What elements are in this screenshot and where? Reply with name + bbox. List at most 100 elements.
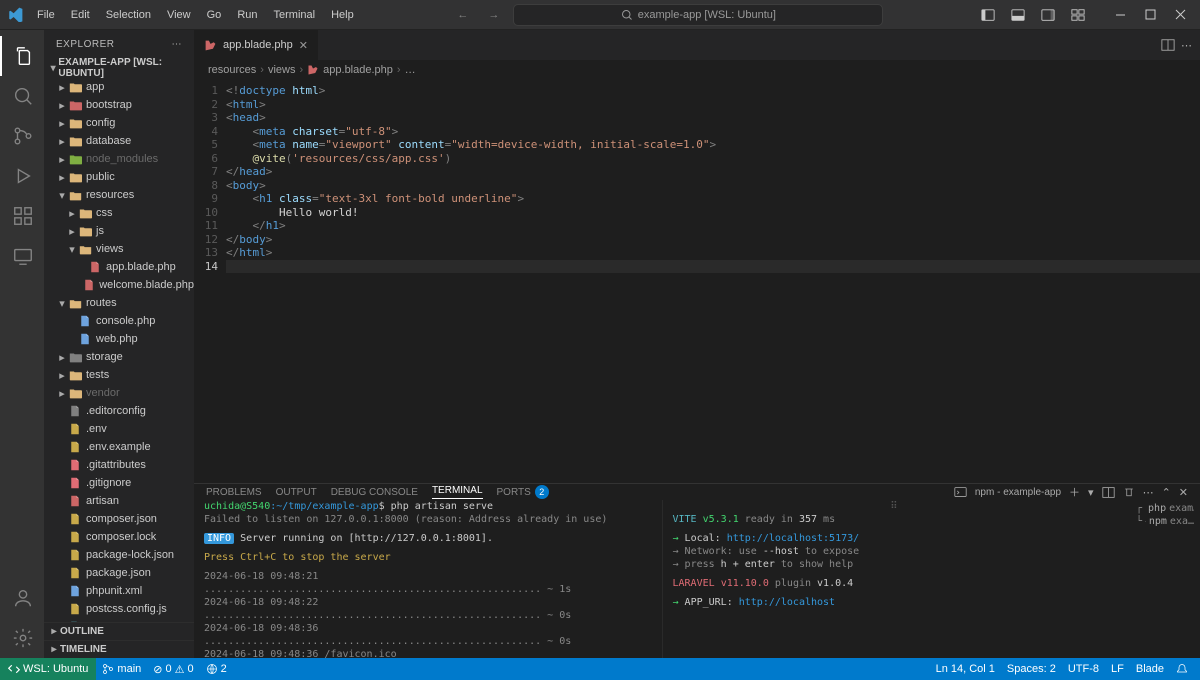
tree-storage[interactable]: ▸storage bbox=[44, 348, 194, 366]
menu-run[interactable]: Run bbox=[230, 6, 264, 24]
tree-app[interactable]: ▸app bbox=[44, 78, 194, 96]
menu-help[interactable]: Help bbox=[324, 6, 361, 24]
tree-postcss.config.js[interactable]: postcss.config.js bbox=[44, 600, 194, 618]
tree-console.php[interactable]: console.php bbox=[44, 312, 194, 330]
status-remote[interactable]: WSL: Ubuntu bbox=[0, 658, 96, 680]
tree-.env.example[interactable]: .env.example bbox=[44, 438, 194, 456]
split-editor-icon[interactable] bbox=[1161, 38, 1175, 52]
status-ports[interactable]: 2 bbox=[200, 663, 233, 675]
panel-tab-debug-console[interactable]: DEBUG CONSOLE bbox=[331, 487, 418, 498]
tree-node_modules[interactable]: ▸node_modules bbox=[44, 150, 194, 168]
menu-edit[interactable]: Edit bbox=[64, 6, 97, 24]
panel-maximize-icon[interactable]: ⌃ bbox=[1162, 486, 1171, 499]
panel-close-icon[interactable]: ✕ bbox=[1179, 486, 1188, 499]
nav-back-icon[interactable]: ← bbox=[451, 6, 474, 24]
tree-.env[interactable]: .env bbox=[44, 420, 194, 438]
terminal-add-icon[interactable]: ＋ bbox=[1069, 484, 1080, 500]
menu-file[interactable]: File bbox=[30, 6, 62, 24]
tree-public[interactable]: ▸public bbox=[44, 168, 194, 186]
status-problems[interactable]: ⊘0 ⚠0 bbox=[147, 663, 199, 676]
tree-resources[interactable]: ▾resources bbox=[44, 186, 194, 204]
tree-tests[interactable]: ▸tests bbox=[44, 366, 194, 384]
tree-package.json[interactable]: package.json bbox=[44, 564, 194, 582]
tree-.editorconfig[interactable]: .editorconfig bbox=[44, 402, 194, 420]
tree-composer.lock[interactable]: composer.lock bbox=[44, 528, 194, 546]
tree-vendor[interactable]: ▸vendor bbox=[44, 384, 194, 402]
tree-views[interactable]: ▾views bbox=[44, 240, 194, 258]
activity-account-icon[interactable] bbox=[0, 578, 44, 618]
tree-app.blade.php[interactable]: app.blade.php bbox=[44, 258, 194, 276]
panel-tab-problems[interactable]: PROBLEMS bbox=[206, 487, 262, 498]
more-icon[interactable]: ⋯ bbox=[172, 39, 183, 50]
project-header[interactable]: ▾ EXAMPLE-APP [WSL: UBUNTU] bbox=[44, 58, 194, 78]
tree-composer.json[interactable]: composer.json bbox=[44, 510, 194, 528]
tree-phpunit.xml[interactable]: phpunit.xml bbox=[44, 582, 194, 600]
terminal-list-item[interactable]: ┌php exam… bbox=[1136, 502, 1194, 515]
tree-routes[interactable]: ▾routes bbox=[44, 294, 194, 312]
activity-debug-icon[interactable] bbox=[0, 156, 44, 196]
tab-more-icon[interactable]: ⋯ bbox=[1181, 39, 1192, 52]
tree-.gitattributes[interactable]: .gitattributes bbox=[44, 456, 194, 474]
breadcrumb-item[interactable]: app.blade.php bbox=[323, 64, 393, 76]
tree-database[interactable]: ▸database bbox=[44, 132, 194, 150]
status-indent[interactable]: Spaces: 2 bbox=[1001, 663, 1062, 675]
menu-view[interactable]: View bbox=[160, 6, 198, 24]
breadcrumb-item[interactable]: views bbox=[268, 64, 296, 76]
status-eol[interactable]: LF bbox=[1105, 663, 1130, 675]
terminal-pane-left[interactable]: uchida@S540:~/tmp/example-app$ php artis… bbox=[194, 500, 662, 674]
breadcrumbs[interactable]: resources›views›app.blade.php›… bbox=[194, 60, 1200, 80]
terminal-list-item[interactable]: └npm exa… bbox=[1136, 515, 1194, 528]
layout-panel-icon[interactable] bbox=[1004, 3, 1032, 27]
terminal-body[interactable]: uchida@S540:~/tmp/example-app$ php artis… bbox=[194, 500, 1200, 674]
customize-layout-icon[interactable] bbox=[1064, 3, 1092, 27]
menu-selection[interactable]: Selection bbox=[99, 6, 158, 24]
tree-config[interactable]: ▸config bbox=[44, 114, 194, 132]
nav-forward-icon[interactable]: → bbox=[482, 6, 505, 24]
code-editor[interactable]: 1234567891011121314 <!doctype html><html… bbox=[194, 80, 1200, 483]
status-branch[interactable]: main bbox=[96, 663, 147, 675]
window-minimize-icon[interactable] bbox=[1106, 3, 1134, 27]
tree-artisan[interactable]: artisan bbox=[44, 492, 194, 510]
command-center-search[interactable]: example-app [WSL: Ubuntu] bbox=[513, 4, 883, 26]
panel-tab-terminal[interactable]: TERMINAL bbox=[432, 485, 483, 499]
status-encoding[interactable]: UTF-8 bbox=[1062, 663, 1105, 675]
split-terminal-icon[interactable] bbox=[1102, 486, 1115, 499]
terminal-pane-right[interactable]: ⠿ VITE v5.3.1 ready in 357 ms → Local: h… bbox=[662, 500, 1131, 674]
tree-package-lock.json[interactable]: package-lock.json bbox=[44, 546, 194, 564]
activity-settings-icon[interactable] bbox=[0, 618, 44, 658]
terminal-launch-icon[interactable] bbox=[954, 486, 967, 499]
tree-css[interactable]: ▸css bbox=[44, 204, 194, 222]
status-notifications-icon[interactable] bbox=[1170, 663, 1194, 675]
tab-filename: app.blade.php bbox=[223, 39, 293, 51]
panel-tab-ports[interactable]: PORTS2 bbox=[497, 485, 549, 499]
tree-web.php[interactable]: web.php bbox=[44, 330, 194, 348]
panel-more-icon[interactable]: ⋯ bbox=[1143, 486, 1154, 499]
menu-go[interactable]: Go bbox=[200, 6, 229, 24]
layout-sidebar-left-icon[interactable] bbox=[974, 3, 1002, 27]
layout-sidebar-right-icon[interactable] bbox=[1034, 3, 1062, 27]
tree-js[interactable]: ▸js bbox=[44, 222, 194, 240]
activity-remote-icon[interactable] bbox=[0, 236, 44, 276]
tree-bootstrap[interactable]: ▸bootstrap bbox=[44, 96, 194, 114]
terminal-dropdown-icon[interactable]: ▾ bbox=[1088, 486, 1094, 499]
window-close-icon[interactable] bbox=[1166, 3, 1194, 27]
tab-close-icon[interactable]: ✕ bbox=[299, 39, 308, 52]
editor-tab[interactable]: app.blade.php ✕ bbox=[194, 30, 319, 60]
kill-terminal-icon[interactable] bbox=[1123, 486, 1135, 498]
status-position[interactable]: Ln 14, Col 1 bbox=[930, 663, 1001, 675]
terminal-launch-label[interactable]: npm - example-app bbox=[975, 487, 1061, 498]
window-maximize-icon[interactable] bbox=[1136, 3, 1164, 27]
activity-scm-icon[interactable] bbox=[0, 116, 44, 156]
outline-section[interactable]: ▸OUTLINE bbox=[44, 622, 194, 640]
menu-terminal[interactable]: Terminal bbox=[267, 6, 323, 24]
status-language[interactable]: Blade bbox=[1130, 663, 1170, 675]
breadcrumb-item[interactable]: … bbox=[405, 64, 416, 76]
tree-.gitignore[interactable]: .gitignore bbox=[44, 474, 194, 492]
tree-welcome.blade.php[interactable]: welcome.blade.php bbox=[44, 276, 194, 294]
activity-explorer-icon[interactable] bbox=[0, 36, 44, 76]
panel-tab-output[interactable]: OUTPUT bbox=[276, 487, 317, 498]
breadcrumb-item[interactable]: resources bbox=[208, 64, 256, 76]
activity-search-icon[interactable] bbox=[0, 76, 44, 116]
activity-extensions-icon[interactable] bbox=[0, 196, 44, 236]
timeline-section[interactable]: ▸TIMELINE bbox=[44, 640, 194, 658]
